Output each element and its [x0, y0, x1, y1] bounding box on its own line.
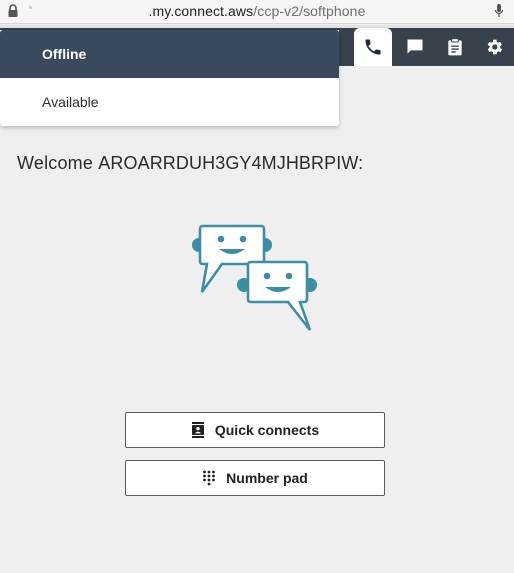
clipboard-tab[interactable]: [436, 28, 474, 66]
quick-connects-label: Quick connects: [214, 422, 320, 438]
welcome-prefix: Welcome: [17, 153, 94, 173]
agent-username: AROARRDUH3GY4MJHBRPIW:: [98, 153, 364, 173]
status-option-available[interactable]: Available: [0, 78, 339, 126]
chat-bots-icon: [190, 220, 320, 335]
dialpad-icon: [202, 470, 216, 486]
chat-tab[interactable]: [396, 28, 434, 66]
status-dropdown: Offline Available: [0, 30, 339, 126]
clipboard-icon: [445, 37, 465, 57]
chat-icon: [405, 37, 425, 57]
phone-icon: [363, 37, 383, 57]
number-pad-button[interactable]: Number pad: [125, 460, 385, 496]
status-option-label: Offline: [42, 46, 87, 62]
number-pad-label: Number pad: [226, 470, 308, 486]
contact-book-icon: [191, 422, 205, 438]
gear-icon: [484, 37, 504, 57]
settings-tab[interactable]: [475, 28, 513, 66]
url-path: /ccp-v2/softphone: [253, 3, 366, 19]
phone-tab[interactable]: [354, 28, 392, 66]
url-host: .my.connect.aws: [148, 3, 254, 19]
quick-connects-button[interactable]: Quick connects: [125, 412, 385, 448]
url-text[interactable]: .my.connect.aws/ccp-v2/softphone: [0, 3, 514, 19]
microphone-icon[interactable]: [494, 3, 504, 19]
browser-url-bar[interactable]: .my.connect.aws/ccp-v2/softphone: [0, 0, 514, 24]
status-option-offline[interactable]: Offline: [0, 30, 339, 78]
status-option-label: Available: [42, 94, 99, 110]
welcome-message: Welcome AROARRDUH3GY4MJHBRPIW:: [17, 153, 363, 174]
